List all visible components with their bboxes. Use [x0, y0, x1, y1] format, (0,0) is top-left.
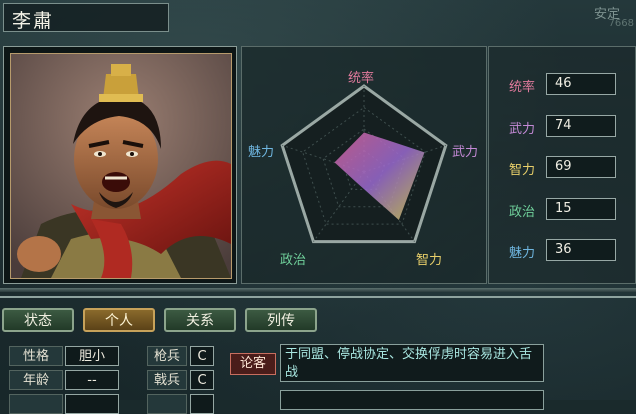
section-divider: [0, 288, 636, 292]
next-row-value: [65, 394, 119, 414]
status-sub-text: 7668: [608, 18, 634, 29]
tab-personal[interactable]: 个人: [83, 308, 155, 332]
stat-label: 统率: [509, 80, 536, 95]
stat-value: 46: [555, 76, 572, 91]
character-portrait: [10, 53, 232, 279]
stat-row-command: 统率 46: [489, 73, 635, 95]
stat-value-box: 46: [546, 73, 616, 95]
stat-value-box: 69: [546, 156, 616, 178]
stat-value-box: 36: [546, 239, 616, 261]
stat-value: 69: [555, 159, 572, 174]
stat-label: 智力: [509, 163, 536, 178]
stat-label: 魅力: [509, 246, 536, 261]
next-aptitude-value: [190, 394, 214, 414]
stat-row-charm: 魅力 36: [489, 239, 635, 261]
halberd-aptitude-label: 戟兵: [147, 370, 187, 390]
next-skill-description: [280, 390, 544, 410]
skill-name-button[interactable]: 论客: [230, 353, 276, 375]
age-value: --: [65, 370, 119, 390]
next-row-label: [9, 394, 63, 414]
stat-value: 15: [555, 201, 572, 216]
portrait-frame: [3, 46, 237, 284]
stat-label: 武力: [509, 122, 536, 137]
stat-value-box: 15: [546, 198, 616, 220]
character-name-box: 李肅: [3, 3, 169, 32]
halberd-aptitude-value: C: [190, 370, 214, 390]
tab-status[interactable]: 状态: [2, 308, 74, 332]
stat-row-intel: 智力 69: [489, 156, 635, 178]
age-label: 年龄: [9, 370, 63, 390]
stat-label: 政治: [509, 205, 536, 220]
stat-row-politics: 政治 15: [489, 198, 635, 220]
radar-label-charm: 魅力: [248, 145, 275, 160]
stat-value-box: 74: [546, 115, 616, 137]
next-aptitude-label: [147, 394, 187, 414]
spear-aptitude-value: C: [190, 346, 214, 366]
tab-relations[interactable]: 关系: [164, 308, 236, 332]
stat-row-war: 武力 74: [489, 115, 635, 137]
section-divider-line: [0, 296, 636, 298]
radar-label-war: 武力: [452, 145, 479, 160]
skill-description: 于同盟、停战协定、交换俘虏时容易进入舌战: [280, 344, 544, 382]
radar-label-command: 统率: [348, 71, 375, 86]
personality-label: 性格: [9, 346, 63, 366]
radar-label-intel: 智力: [416, 253, 443, 268]
tab-biography[interactable]: 列传: [245, 308, 317, 332]
portrait-illustration: [11, 54, 231, 278]
stat-value: 36: [555, 242, 572, 257]
character-name: 李肅: [12, 10, 55, 32]
stat-value: 74: [555, 118, 572, 133]
spear-aptitude-label: 枪兵: [147, 346, 187, 366]
radar-panel: 统率 武力 智力 政治 魅力: [241, 46, 487, 284]
personality-value: 胆小: [65, 346, 119, 366]
radar-label-politics: 政治: [280, 253, 307, 268]
stats-panel: 统率 46 武力 74 智力 69 政治 15 魅力 36: [488, 46, 636, 284]
